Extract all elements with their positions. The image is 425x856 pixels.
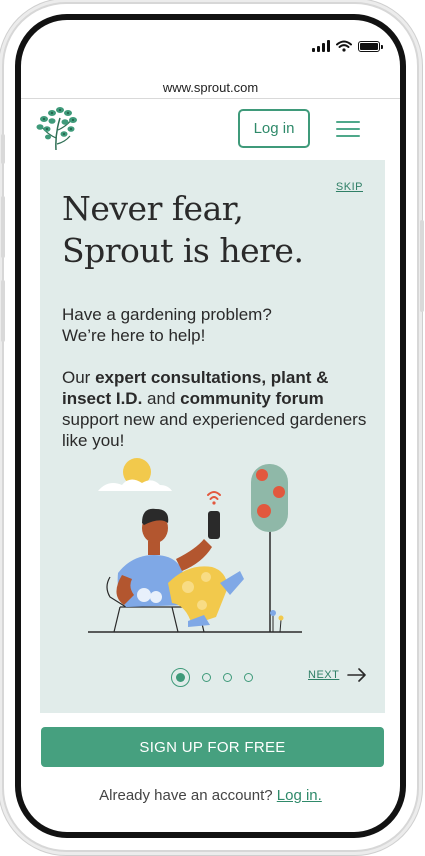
hamburger-menu-icon[interactable] <box>336 121 360 138</box>
next-label: NEXT <box>308 669 340 681</box>
features-text: Our expert consultations, plant & insect… <box>62 367 372 451</box>
headline: Never fear, Sprout is here. <box>62 188 362 272</box>
next-button[interactable]: NEXT <box>308 668 367 682</box>
wifi-icon <box>336 40 352 52</box>
login-prompt: Already have an account? Log in. <box>21 787 400 804</box>
power-button <box>420 220 424 312</box>
pagination-dot-2[interactable] <box>202 673 211 682</box>
pagination-dot-4[interactable] <box>244 673 253 682</box>
headline-line-2: Sprout is here. <box>62 231 304 270</box>
status-bar <box>312 38 383 54</box>
battery-icon <box>358 40 383 52</box>
carousel-pagination <box>171 668 253 687</box>
address-bar-url[interactable]: www.sprout.com <box>21 80 400 95</box>
intro-line-1: Have a gardening problem? <box>62 305 272 324</box>
intro-line-2: We’re here to help! <box>62 326 206 345</box>
body-suffix: support new and experienced gardeners li… <box>62 410 367 450</box>
address-bar-divider <box>21 98 400 99</box>
intro-text: Have a gardening problem? We’re here to … <box>62 304 372 346</box>
signup-button[interactable]: SIGN UP FOR FREE <box>41 727 384 767</box>
mute-switch <box>1 134 5 164</box>
gardener-illustration <box>88 458 302 633</box>
body-highlight-forum: community forum <box>180 389 324 408</box>
arrow-right-icon <box>347 668 367 682</box>
sprout-logo-icon[interactable] <box>35 104 79 150</box>
signal-icon <box>312 40 330 52</box>
pagination-dot-1[interactable] <box>171 668 190 687</box>
login-link[interactable]: Log in. <box>277 787 322 804</box>
volume-up-button <box>1 196 5 258</box>
account-prompt-text: Already have an account? <box>99 787 273 804</box>
volume-down-button <box>1 280 5 342</box>
body-prefix: Our <box>62 368 91 387</box>
onboarding-card: SKIP Never fear, Sprout is here. Have a … <box>40 160 385 713</box>
body-and: and <box>147 389 176 408</box>
headline-line-1: Never fear, <box>62 189 244 228</box>
pagination-dot-3[interactable] <box>223 673 232 682</box>
login-button[interactable]: Log in <box>238 109 310 148</box>
phone-screen: www.sprout.com Log in SKIP Never fear, S… <box>21 20 400 832</box>
